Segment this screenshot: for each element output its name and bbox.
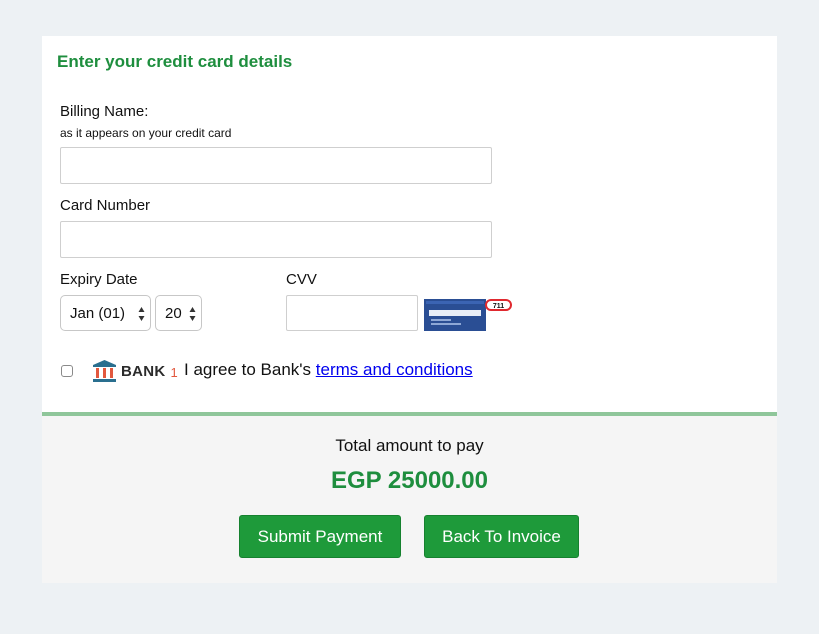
cvv-label: CVV xyxy=(286,271,317,288)
select-arrows-icon xyxy=(138,307,145,321)
cvv-badge: 711 xyxy=(493,303,504,310)
card-number-label: Card Number xyxy=(60,197,151,214)
credit-card-back-icon: 711 xyxy=(424,299,512,331)
terms-checkbox[interactable] xyxy=(61,365,73,377)
total-label: Total amount to pay xyxy=(335,436,484,455)
expiry-date-label: Expiry Date xyxy=(60,271,138,288)
select-arrows-icon xyxy=(189,307,196,321)
cvv-input[interactable] xyxy=(286,295,418,331)
bank-logo: BANK 1 xyxy=(93,359,178,383)
form-heading: Enter your credit card details xyxy=(57,52,293,71)
expiry-year-value: 20 xyxy=(165,304,182,322)
billing-name-hint: as it appears on your credit card xyxy=(60,126,232,140)
submit-payment-button[interactable]: Submit Payment xyxy=(239,515,401,558)
card-number-input[interactable] xyxy=(60,221,492,258)
terms-link[interactable]: terms and conditions xyxy=(316,360,473,379)
terms-agreement: I agree to Bank's terms and conditions xyxy=(184,360,473,380)
bank-logo-number: 1 xyxy=(170,365,178,380)
payment-summary: Total amount to pay EGP 25000.00 Submit … xyxy=(42,412,777,583)
bank-logo-text: BANK xyxy=(121,362,166,380)
bank-building-icon xyxy=(93,360,116,382)
expiry-year-select[interactable]: 20 xyxy=(155,295,202,331)
billing-name-label: Billing Name: xyxy=(60,103,149,120)
terms-text: I agree to Bank's xyxy=(184,360,316,379)
billing-name-input[interactable] xyxy=(60,147,492,184)
expiry-month-select[interactable]: Jan (01) xyxy=(60,295,151,331)
total-amount: EGP 25000.00 xyxy=(330,467,489,494)
payment-card: Enter your credit card details Billing N… xyxy=(42,36,777,583)
back-to-invoice-button[interactable]: Back To Invoice xyxy=(424,515,579,558)
expiry-month-value: Jan (01) xyxy=(70,304,126,322)
